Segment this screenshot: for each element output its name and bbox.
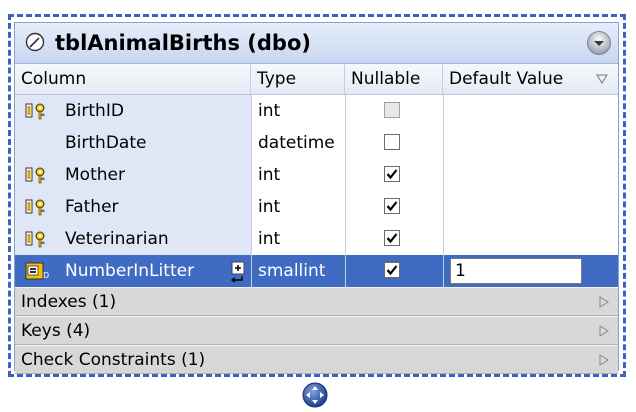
indexes-section-label: Indexes (1)	[21, 292, 117, 312]
nullable-checkbox[interactable]	[384, 102, 400, 118]
column-name: BirthDate	[65, 133, 147, 153]
column-name-cell[interactable]: Veterinarian	[15, 223, 251, 255]
column-type-cell[interactable]: int	[251, 223, 345, 255]
check-constraint-icon: D	[25, 262, 49, 280]
nullable-cell	[345, 127, 443, 159]
expand-plus-icon[interactable]	[229, 261, 247, 283]
nullable-cell	[345, 191, 443, 223]
table-row[interactable]: Mother int	[15, 159, 618, 191]
column-name-cell[interactable]: Father	[15, 191, 251, 223]
column-name: Veterinarian	[65, 229, 169, 249]
nullable-checkbox[interactable]	[384, 134, 400, 150]
table-title-bar[interactable]: tblAnimalBirths (dbo)	[15, 23, 618, 64]
keys-section-label: Keys (4)	[21, 321, 91, 341]
pencil-circle-icon[interactable]	[25, 32, 45, 52]
checkmark-icon	[386, 201, 398, 212]
expand-arrow-icon[interactable]	[598, 354, 610, 366]
header-type[interactable]: Type	[251, 64, 345, 94]
svg-text:D: D	[43, 271, 49, 280]
nullable-checkbox[interactable]	[384, 166, 400, 182]
table-row[interactable]: Veterinarian int	[15, 223, 618, 255]
nullable-checkbox[interactable]	[384, 198, 400, 214]
default-value-cell: 1	[443, 255, 618, 287]
column-type-cell[interactable]: int	[251, 159, 345, 191]
collapse-toggle-icon[interactable]	[586, 30, 612, 56]
column-name: BirthID	[65, 101, 124, 121]
keys-section[interactable]: Keys (4)	[15, 316, 618, 345]
default-value-input[interactable]: 1	[450, 258, 582, 284]
column-name: Mother	[65, 165, 125, 185]
nullable-cell	[345, 255, 443, 287]
column-type-cell[interactable]: smallint	[251, 255, 345, 287]
checkmark-icon	[386, 169, 398, 180]
nullable-cell	[345, 223, 443, 255]
column-name-cell[interactable]: BirthID	[15, 95, 251, 127]
expand-arrow-icon[interactable]	[598, 296, 610, 308]
table-row[interactable]: BirthID int	[15, 95, 618, 127]
column-header-row: Column Type Nullable Default Value	[15, 64, 618, 95]
header-column[interactable]: Column	[15, 64, 251, 94]
foreign-key-icon	[25, 199, 45, 216]
indexes-section[interactable]: Indexes (1)	[15, 287, 618, 316]
filter-triangle-icon[interactable]	[596, 73, 608, 85]
header-default-value[interactable]: Default Value	[443, 64, 618, 94]
table-design-box[interactable]: tblAnimalBirths (dbo) Column Type Nullab…	[14, 22, 619, 374]
column-type-cell[interactable]: int	[251, 95, 345, 127]
nullable-cell	[345, 95, 443, 127]
relation-connector-icon[interactable]	[301, 381, 329, 409]
column-type-cell[interactable]: int	[251, 191, 345, 223]
foreign-key-icon	[25, 231, 45, 248]
checkmark-icon	[386, 233, 398, 244]
table-title: tblAnimalBirths (dbo)	[55, 31, 311, 55]
check-constraints-section-label: Check Constraints (1)	[21, 350, 206, 370]
default-value-cell[interactable]	[443, 159, 618, 191]
column-name: NumberInLitter	[65, 261, 195, 281]
header-default-value-label: Default Value	[449, 69, 564, 89]
default-value-cell[interactable]	[443, 95, 618, 127]
column-name-cell[interactable]: D NumberInLitter	[15, 255, 251, 287]
header-nullable[interactable]: Nullable	[345, 64, 443, 94]
column-type-cell[interactable]: datetime	[251, 127, 345, 159]
column-name-cell[interactable]: BirthDate	[15, 127, 251, 159]
table-row[interactable]: BirthDate datetime	[15, 127, 618, 159]
checkmark-icon	[386, 265, 398, 276]
expand-arrow-icon[interactable]	[598, 325, 610, 337]
foreign-key-icon	[25, 103, 45, 120]
foreign-key-icon	[25, 167, 45, 184]
table-row[interactable]: Father int	[15, 191, 618, 223]
default-value-cell[interactable]	[443, 127, 618, 159]
nullable-cell	[345, 159, 443, 191]
nullable-checkbox[interactable]	[384, 230, 400, 246]
nullable-checkbox[interactable]	[384, 262, 400, 278]
table-row-selected[interactable]: D NumberInLitter smallint 1	[15, 255, 618, 287]
default-value-cell[interactable]	[443, 223, 618, 255]
column-name-cell[interactable]: Mother	[15, 159, 251, 191]
default-value-cell[interactable]	[443, 191, 618, 223]
check-constraints-section[interactable]: Check Constraints (1)	[15, 345, 618, 374]
column-name: Father	[65, 197, 119, 217]
